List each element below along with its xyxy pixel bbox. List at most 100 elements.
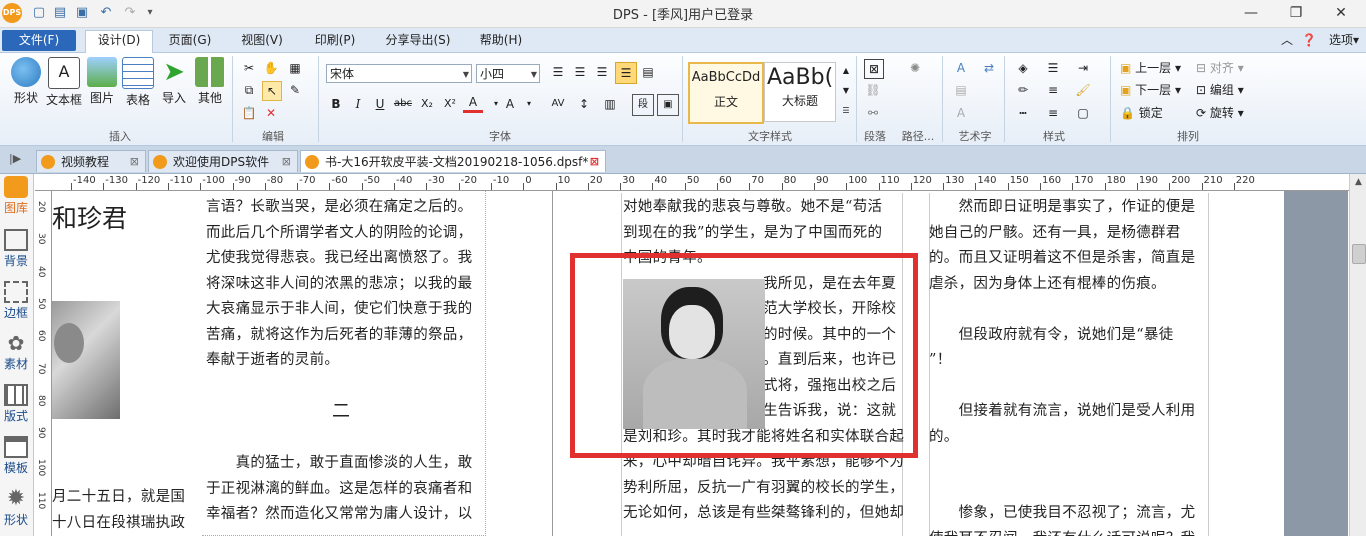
italic-button[interactable]: I [348, 94, 368, 114]
sidebar-item-border[interactable]: 边框 [0, 281, 32, 321]
tab-welcome[interactable]: 欢迎使用DPS软件 ⊠ [148, 150, 298, 172]
fill-color-icon[interactable]: ◈ [1014, 59, 1032, 77]
superscript-button[interactable]: X² [440, 94, 460, 114]
lock-button[interactable]: 🔒 锁定 [1120, 104, 1163, 121]
shadow-box-icon[interactable]: ▢ [1074, 104, 1092, 122]
text-line: 对她奉献我的悲哀与尊敬。她不是“苟活 [623, 199, 883, 215]
text-line: 月二十五日，就是国 [52, 489, 186, 505]
menu-page[interactable]: 页面(G) [160, 31, 220, 50]
paragraph-icon[interactable]: 段 [632, 94, 654, 116]
align-right-icon[interactable]: ☰ [592, 62, 612, 82]
art-shadow-icon[interactable]: ▤ [952, 81, 970, 99]
numbered-list-icon[interactable]: ≡ [1044, 81, 1062, 99]
line-color-icon[interactable]: ✏ [1014, 81, 1032, 99]
text-line: 的。 [929, 428, 959, 445]
collapse-ribbon-icon[interactable]: ︿ [1280, 31, 1294, 50]
char-spacing-icon[interactable]: AV [548, 94, 568, 114]
picture-button[interactable]: 图片 [82, 57, 122, 106]
tab-active-document[interactable]: 书-大16开软皮平装-文档20190218-1056.dpsf* ⊠ [300, 150, 606, 172]
align-center-icon[interactable]: ☰ [570, 62, 590, 82]
art-outline-icon[interactable]: A [952, 104, 970, 122]
tab-close-icon[interactable]: ⊠ [282, 151, 291, 173]
send-backward-button[interactable]: ▣ 下一层 ▾ [1120, 81, 1181, 98]
brush-icon[interactable]: 🖌 [1074, 81, 1092, 99]
style-scroll-up-icon[interactable]: ▲ [836, 61, 856, 81]
style-scroll-down-icon[interactable]: ▼ [836, 81, 856, 101]
delete-icon[interactable]: ✕ [262, 104, 280, 122]
unlink-icon[interactable]: ⚯ [864, 104, 882, 122]
import-button[interactable]: ➤ 导入 [154, 57, 194, 106]
strikethrough-button[interactable]: abc [393, 94, 413, 114]
close-button[interactable]: ✕ [1326, 3, 1356, 23]
font-size-select[interactable]: 小四 ▼ [476, 64, 540, 83]
tab-video-tutorial[interactable]: 视频教程 ⊠ [36, 150, 146, 172]
indent-icon[interactable]: ⇥ [1074, 59, 1092, 77]
sidebar-item-template[interactable]: 模板 [0, 436, 32, 476]
list-icon[interactable]: ☰ [1044, 59, 1062, 77]
underline-button[interactable]: U [370, 94, 390, 114]
menu-design[interactable]: 设计(D) [85, 30, 153, 53]
paste-icon[interactable]: 📋 [240, 104, 258, 122]
panel-toggle-icon[interactable]: |▶ [9, 152, 21, 165]
menu-file[interactable]: 文件(F) [2, 30, 76, 51]
sidebar-item-shape[interactable]: ✹ 形状 [0, 488, 32, 528]
line-dash-icon[interactable]: ┅ [1014, 104, 1032, 122]
frame-icon[interactable]: ⊠ [864, 59, 884, 79]
rotate-button[interactable]: ⟳ 旋转 ▾ [1196, 104, 1244, 121]
menu-view[interactable]: 视图(V) [232, 31, 292, 50]
line-spacing-icon[interactable]: ↕ [574, 94, 594, 114]
align-button[interactable]: ⊟ 对齐 ▾ [1196, 59, 1244, 76]
ruler-tick-label: 60 [36, 330, 46, 342]
scroll-up-icon[interactable]: ▲ [1350, 174, 1366, 190]
subscript-button[interactable]: X₂ [417, 94, 437, 114]
sidebar-item-material[interactable]: ✿ 素材 [0, 332, 32, 372]
portrait-photo[interactable] [52, 301, 120, 419]
sidebar-item-gallery[interactable]: 图库 [0, 176, 32, 216]
pan-hand-icon[interactable]: ✋ [262, 59, 280, 77]
table-button[interactable]: 表格 [118, 57, 158, 108]
maximize-button[interactable]: ❐ [1281, 3, 1311, 23]
style-normal[interactable]: AaBbCcDd 正文 [688, 62, 764, 124]
vertical-scrollbar[interactable]: ▲ [1349, 174, 1366, 536]
select-arrow-icon[interactable]: ↖ [262, 81, 282, 101]
tab-close-icon[interactable]: ⊠ [130, 151, 139, 173]
justify-icon[interactable]: ☰ [615, 62, 637, 84]
group-button[interactable]: ⊡ 编组 ▾ [1196, 81, 1244, 98]
copy-icon[interactable]: ⧉ [240, 81, 258, 99]
text-line: 惨象，已使我目不忍视了；流言，尤 [929, 505, 1196, 521]
tab-close-icon[interactable]: ⊠ [590, 151, 599, 173]
menu-options[interactable]: 选项▾ [1322, 31, 1366, 50]
sidebar-item-background[interactable]: 背景 [0, 229, 32, 269]
link-icon[interactable]: ⛓ [864, 81, 882, 99]
style-more-icon[interactable]: ☰ [836, 101, 856, 121]
line-weight-icon[interactable]: ≡ [1044, 104, 1062, 122]
format-brush-icon[interactable]: ✎ [286, 81, 304, 99]
dropdown-icon[interactable]: ▾ [519, 94, 539, 114]
art-effect-icon[interactable]: ⇄ [980, 59, 998, 77]
image-edit-icon[interactable]: ▦ [286, 59, 304, 77]
path-gear-icon[interactable]: ✺ [906, 59, 924, 77]
shape-button[interactable]: 形状 [6, 57, 46, 106]
art-text-icon[interactable]: A [952, 59, 970, 77]
textbox-button[interactable]: A 文本框 [44, 57, 84, 108]
font-size-grow-button[interactable]: A [500, 94, 520, 114]
sidebar-item-layout[interactable]: 版式 [0, 384, 32, 424]
minimize-button[interactable]: — [1236, 3, 1266, 23]
document-canvas[interactable]: 和珍君 月二十五日，就是国 十八日在段祺瑞执政 言语？长歌当哭，是必须在痛定之后… [52, 191, 1348, 536]
align-left-icon[interactable]: ☰ [548, 62, 568, 82]
border-box-icon[interactable]: ▣ [657, 94, 679, 116]
help-icon[interactable]: ❓ [1301, 31, 1317, 50]
font-color-button[interactable]: A [463, 94, 483, 113]
cut-icon[interactable]: ✂ [240, 59, 258, 77]
bold-button[interactable]: B [326, 94, 346, 114]
font-name-select[interactable]: 宋体 ▼ [326, 64, 472, 83]
menu-share[interactable]: 分享导出(S) [378, 31, 458, 50]
menu-help[interactable]: 帮助(H) [472, 31, 530, 50]
bring-forward-button[interactable]: ▣ 上一层 ▾ [1120, 59, 1181, 76]
style-heading[interactable]: AaBb( 大标题 [764, 62, 836, 122]
distribute-icon[interactable]: ▤ [638, 62, 658, 82]
columns-icon[interactable]: ▥ [600, 94, 620, 114]
menu-print[interactable]: 印刷(P) [305, 31, 365, 50]
scroll-thumb[interactable] [1352, 244, 1366, 264]
other-button[interactable]: 其他 [190, 57, 230, 106]
